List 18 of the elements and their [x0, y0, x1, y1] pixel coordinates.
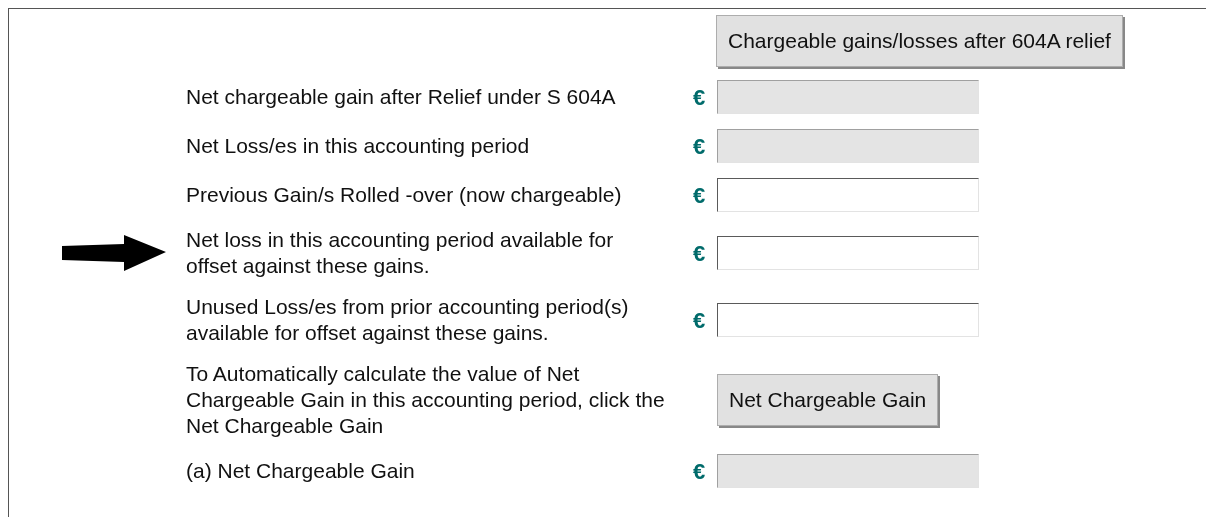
field-label: (a) Net Chargeable Gain [186, 458, 416, 484]
euro-sign: € [693, 181, 707, 210]
chargeable-gains-button[interactable]: Chargeable gains/losses after 604A relief [716, 15, 1123, 67]
field-label: Previous Gain/s Rolled -over (now chargeable) [186, 182, 623, 208]
euro-sign: € [693, 239, 707, 268]
field-label: Net chargeable gain after Relief under S 604A [186, 84, 617, 110]
field-label: Net loss in this accounting period available for offset against these gains. [186, 227, 615, 279]
field-label: Unused Loss/es from prior accounting period(s) available for offset against these gains. [186, 294, 630, 346]
amount-field[interactable] [717, 178, 979, 212]
amount-field[interactable] [717, 303, 979, 337]
net-chargeable-gain-button[interactable]: Net Chargeable Gain [717, 374, 939, 426]
euro-sign: € [693, 83, 707, 112]
euro-sign: € [693, 132, 707, 161]
euro-sign: € [693, 457, 707, 486]
field-label: To Automatically calculate the value of Net Chargeable Gain in this accounting period, click the Net Chargeable Gain [186, 361, 666, 439]
field-label: Net Loss/es in this accounting period [186, 133, 531, 159]
amount-field[interactable] [717, 236, 979, 270]
euro-sign: € [693, 306, 707, 335]
